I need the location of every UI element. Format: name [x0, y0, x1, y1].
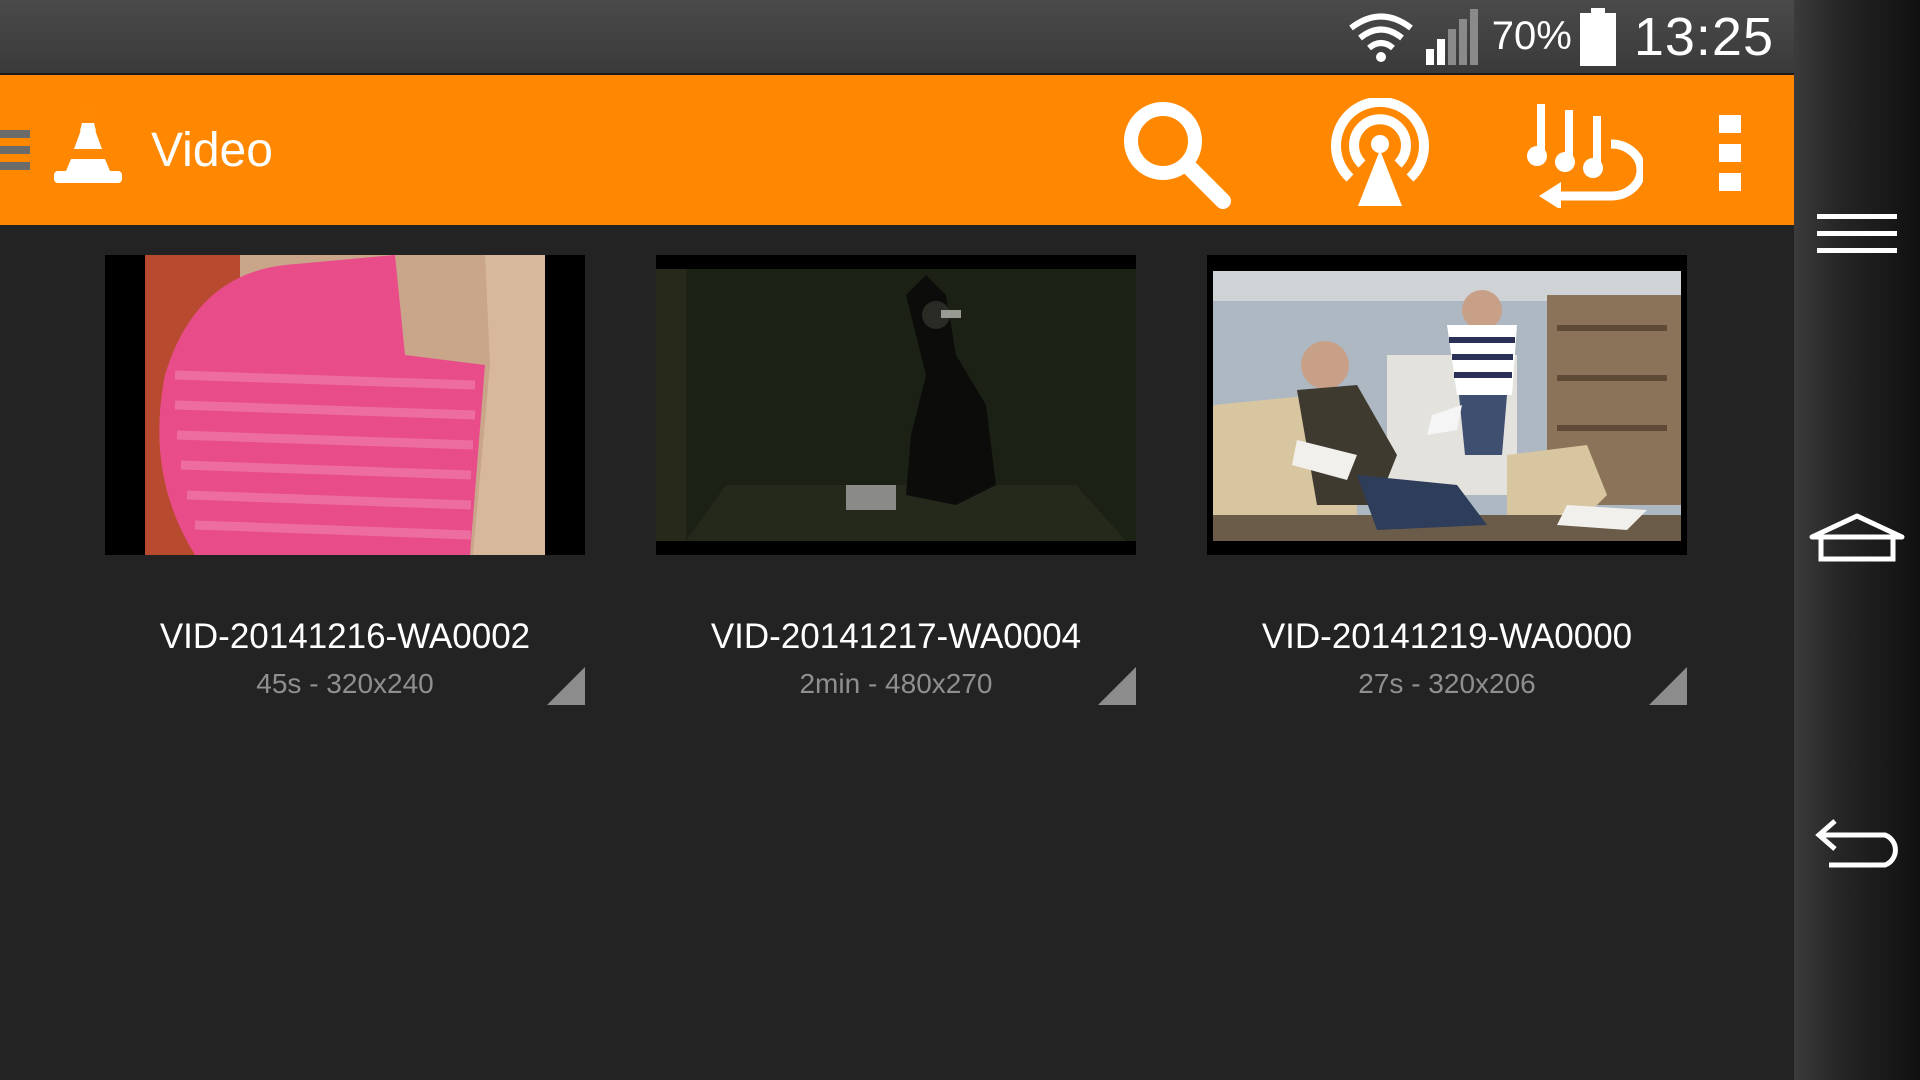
status-clock: 13:25 — [1633, 6, 1774, 67]
signal-icon — [1424, 8, 1480, 65]
page-title: Video — [151, 124, 273, 177]
video-meta: 27s - 320x206 — [1358, 668, 1536, 699]
video-title: VID-20141219-WA0000 — [1261, 617, 1633, 656]
stream-icon — [1328, 96, 1432, 213]
audio-switch-button[interactable] — [1524, 95, 1646, 215]
video-thumbnail[interactable] — [1207, 255, 1687, 555]
video-card[interactable]: VID-20141219-WA0000 27s - 320x206 — [1207, 255, 1687, 705]
video-card[interactable]: VID-20141216-WA0002 45s - 320x240 — [105, 255, 585, 705]
status-bar: 70% 13:25 — [0, 0, 1794, 75]
item-menu-icon[interactable] — [1098, 667, 1136, 705]
menu-button[interactable] — [1794, 176, 1920, 296]
video-thumbnail[interactable] — [656, 255, 1136, 555]
video-meta: 45s - 320x240 — [256, 668, 434, 699]
item-menu-icon[interactable] — [1649, 667, 1687, 705]
battery-percent: 70% — [1491, 14, 1572, 58]
video-card[interactable]: VID-20141217-WA0004 2min - 480x270 — [656, 255, 1136, 705]
audio-switch-icon — [1525, 98, 1646, 213]
video-thumbnail[interactable] — [105, 255, 585, 555]
system-nav-bar — [1794, 0, 1920, 1080]
vlc-cone-icon[interactable] — [52, 109, 124, 190]
overflow-menu-icon — [1717, 113, 1743, 198]
home-button[interactable] — [1794, 480, 1920, 600]
menu-icon — [1815, 212, 1899, 261]
action-bar: Video — [0, 75, 1794, 225]
search-icon — [1119, 97, 1231, 214]
video-title: VID-20141216-WA0002 — [159, 617, 531, 656]
video-title: VID-20141217-WA0004 — [710, 617, 1082, 656]
item-menu-icon[interactable] — [547, 667, 585, 705]
wifi-icon — [1348, 11, 1414, 63]
overflow-menu-button[interactable] — [1680, 95, 1780, 215]
status-icons: 70% 13:25 — [1348, 0, 1774, 73]
battery-icon — [1579, 7, 1616, 66]
video-meta: 2min - 480x270 — [799, 668, 993, 699]
back-icon — [1809, 817, 1905, 874]
back-button[interactable] — [1794, 785, 1920, 905]
stream-button[interactable] — [1320, 95, 1440, 215]
video-grid: VID-20141216-WA0002 45s - 320x240 VID-20… — [0, 225, 1794, 1080]
app-screen: 70% 13:25 Video VID-20141216-WA0002 45s … — [0, 0, 1794, 1080]
home-icon — [1807, 513, 1907, 568]
search-button[interactable] — [1115, 95, 1235, 215]
drawer-toggle-icon[interactable] — [0, 130, 30, 170]
